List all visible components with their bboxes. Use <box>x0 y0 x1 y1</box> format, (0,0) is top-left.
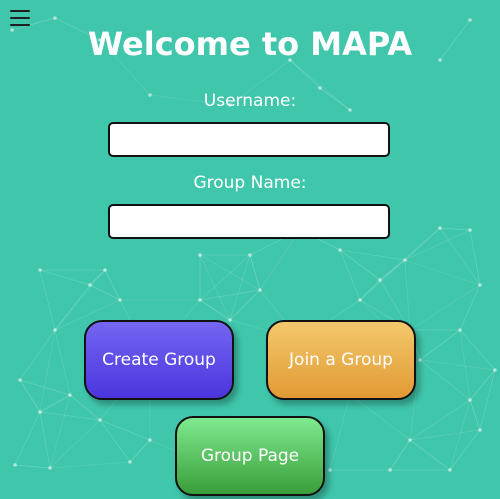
network-line <box>439 227 481 286</box>
network-line <box>409 429 481 441</box>
network-line <box>404 229 471 261</box>
network-node <box>418 358 422 362</box>
network-node <box>378 278 382 282</box>
network-node <box>458 328 462 332</box>
network-node <box>48 466 52 470</box>
network-line <box>404 259 481 286</box>
network-node <box>53 16 57 20</box>
network-node <box>438 226 442 230</box>
network-node <box>88 283 92 287</box>
network-node <box>358 298 362 302</box>
network-node <box>198 298 202 302</box>
network-node <box>328 468 332 472</box>
network-line <box>409 399 471 441</box>
network-node <box>118 298 122 302</box>
join-group-button[interactable]: Join a Group <box>266 320 416 400</box>
network-node <box>18 378 22 382</box>
network-node <box>198 253 202 257</box>
network-node <box>468 228 472 232</box>
network-node <box>493 368 497 372</box>
network-line <box>89 284 121 301</box>
network-line <box>49 461 131 469</box>
network-node <box>468 398 472 402</box>
create-group-button[interactable]: Create Group <box>84 320 234 400</box>
network-line <box>459 329 471 401</box>
network-line <box>449 399 471 471</box>
network-node <box>128 460 132 464</box>
username-input[interactable] <box>108 122 390 157</box>
network-line <box>329 394 351 471</box>
network-line <box>19 329 56 381</box>
network-line <box>404 259 411 331</box>
network-line <box>39 411 51 469</box>
network-line <box>389 439 411 471</box>
network-line <box>404 227 441 261</box>
network-node <box>13 463 17 467</box>
network-line <box>439 227 471 231</box>
network-node <box>103 268 107 272</box>
network-line <box>469 229 481 286</box>
network-line <box>14 411 41 466</box>
network-line <box>409 284 481 331</box>
network-line <box>39 269 91 286</box>
network-node <box>403 258 407 262</box>
network-node <box>408 438 412 442</box>
network-line <box>39 329 56 413</box>
network-node <box>98 418 102 422</box>
network-node <box>388 468 392 472</box>
network-node <box>478 283 482 287</box>
network-node <box>53 328 57 332</box>
network-line <box>39 411 101 421</box>
network-line <box>14 464 51 469</box>
network-node <box>448 468 452 472</box>
network-node <box>68 393 72 397</box>
network-line <box>349 394 411 441</box>
network-node <box>38 410 42 414</box>
network-node <box>228 318 232 322</box>
network-node <box>258 288 262 292</box>
group-name-label: Group Name: <box>193 173 307 193</box>
username-label: Username: <box>203 91 297 111</box>
network-line <box>359 259 406 301</box>
network-line <box>419 329 461 361</box>
network-node <box>338 248 342 252</box>
network-line <box>104 269 121 301</box>
network-line <box>129 439 151 463</box>
group-name-input[interactable] <box>108 204 390 239</box>
group-page-button[interactable]: Group Page <box>175 416 325 496</box>
page-title: Welcome to MAPA <box>87 25 413 63</box>
network-line <box>259 229 301 291</box>
network-node <box>38 268 42 272</box>
network-line <box>339 249 406 261</box>
network-line <box>39 269 56 331</box>
network-line <box>49 419 101 469</box>
network-line <box>39 394 71 413</box>
network-line <box>409 439 451 471</box>
network-node <box>478 428 482 432</box>
network-line <box>449 429 481 471</box>
network-line <box>54 329 71 396</box>
network-node <box>248 253 252 257</box>
network-line <box>49 394 71 469</box>
network-line <box>469 399 481 431</box>
network-node <box>148 438 152 442</box>
